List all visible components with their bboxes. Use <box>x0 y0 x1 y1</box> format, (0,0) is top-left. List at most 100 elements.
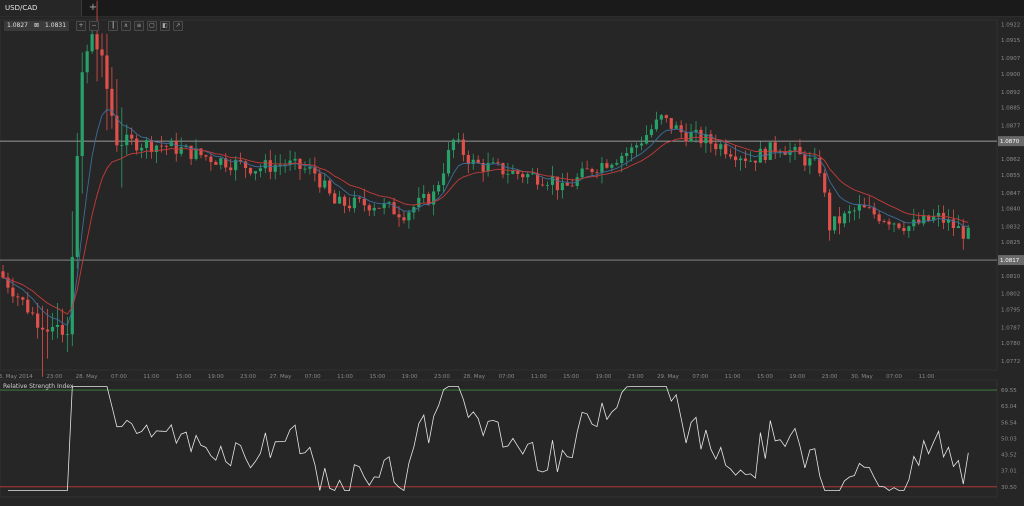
candle-body <box>209 156 213 162</box>
candle-body <box>585 168 589 170</box>
x-tick-label: 23:00 <box>240 374 256 380</box>
x-tick-label: 11:00 <box>337 374 353 380</box>
candle-body <box>214 161 218 165</box>
candle-body <box>422 193 426 198</box>
zoom-out-icon[interactable]: − <box>89 21 99 31</box>
candle-body <box>130 134 134 139</box>
rsi-y-tick-label: 30.50 <box>1001 485 1017 491</box>
candle-body <box>595 172 599 173</box>
candle-body <box>531 173 535 175</box>
candle-body <box>897 223 901 228</box>
candle-body <box>397 214 401 218</box>
candle-body <box>70 256 74 335</box>
candle-body <box>961 226 965 239</box>
candle-body <box>620 155 624 163</box>
chart-toolbar: + − ┃ ∧ ≡ ▢ ◧ ↗ <box>76 21 183 31</box>
list-icon[interactable]: ≡ <box>134 21 144 31</box>
indicator-icon[interactable]: ∧ <box>121 21 131 31</box>
candle-body <box>328 180 332 194</box>
x-tick-label: 29. May <box>657 374 680 380</box>
candle-body <box>466 154 470 164</box>
y-tick-label: 1.0787 <box>1001 325 1021 331</box>
candle-body <box>11 287 15 297</box>
bid-ask-box: 1.0827 ⊠ 1.0831 <box>4 21 70 31</box>
rsi-y-tick-label: 69.55 <box>1001 388 1017 394</box>
candle-body <box>45 329 50 332</box>
x-tick-label: 19:00 <box>595 374 611 380</box>
template-icon[interactable]: ◧ <box>160 21 170 31</box>
candle-body <box>847 211 852 214</box>
candle-body <box>293 158 297 161</box>
candle-body <box>347 205 352 209</box>
candle-body <box>140 147 144 151</box>
candle-body <box>36 313 40 328</box>
candle-body <box>149 140 154 153</box>
y-tick-label: 1.0825 <box>1001 240 1021 246</box>
x-tick-label: 11:00 <box>918 374 934 380</box>
candle-body <box>679 125 683 133</box>
candle-body <box>90 34 94 52</box>
candle-body <box>80 72 84 157</box>
candlestick-icon[interactable]: ┃ <box>108 21 118 31</box>
candle-body <box>451 139 456 151</box>
x-tick-label: 15:00 <box>369 374 385 380</box>
x-tick-label: 15:00 <box>563 374 579 380</box>
y-tick-label: 1.0847 <box>1001 191 1021 197</box>
candle-body <box>748 160 753 162</box>
ask-price: 1.0831 <box>45 22 67 29</box>
candle-body <box>506 173 510 175</box>
candle-body <box>164 145 168 147</box>
candle-body <box>664 115 668 119</box>
zoom-in-icon[interactable]: + <box>76 21 86 31</box>
candle-body <box>16 296 20 298</box>
candle-body <box>808 158 812 166</box>
candle-body <box>55 324 60 327</box>
candle-body <box>625 152 629 156</box>
candle-body <box>842 213 847 224</box>
candle-body <box>446 150 451 174</box>
crosshair-icon[interactable]: ↗ <box>173 21 183 31</box>
candle-body <box>867 207 871 209</box>
x-tick-label: 30. May <box>851 374 874 380</box>
candle-body <box>545 184 550 186</box>
candle-body <box>253 171 258 174</box>
candle-body <box>125 134 129 146</box>
y-tick-label: 1.0802 <box>1001 292 1020 298</box>
y-tick-label: 1.0862 <box>1001 157 1020 163</box>
y-tick-label: 1.0922 <box>1001 22 1020 28</box>
candle-body <box>887 221 891 225</box>
x-tick-label: 07:00 <box>886 374 902 380</box>
candle-body <box>555 176 559 191</box>
candle-body <box>590 168 594 173</box>
x-tick-label: 28. May <box>76 374 99 380</box>
candle-body <box>565 182 569 186</box>
price-level-lower-label: 1.0817 <box>1000 258 1020 264</box>
candle-body <box>803 154 807 166</box>
x-tick-label: 27. May <box>269 374 292 380</box>
candle-body <box>684 132 688 142</box>
candle-body <box>496 162 500 164</box>
candle-body <box>437 185 441 192</box>
candle-body <box>580 168 584 178</box>
candle-body <box>31 312 35 314</box>
x-tick-label: 11:00 <box>143 374 159 380</box>
candle-body <box>248 168 253 174</box>
rsi-title: Relative Strength Index <box>3 383 74 390</box>
x-tick-label: 23. May 2014 <box>0 374 33 380</box>
candle-body <box>719 144 723 150</box>
x-tick-label: 07:00 <box>111 374 127 380</box>
candle-body <box>689 132 693 142</box>
candle-body <box>724 144 728 155</box>
price-chart-svg[interactable]: 1.0922 1.0915 1.0907 1.0900 1.0892 1.0885 1.08… <box>0 0 1024 506</box>
candle-body <box>892 223 896 225</box>
candle-body <box>144 140 149 148</box>
candle-body <box>734 156 738 161</box>
x-tick-label: 23:00 <box>434 374 450 380</box>
candle-body <box>813 157 817 159</box>
candle-body <box>501 163 505 175</box>
candle-body <box>674 125 678 129</box>
x-tick-label: 15:00 <box>176 374 192 380</box>
candle-body <box>907 226 911 231</box>
drawing-icon[interactable]: ▢ <box>147 21 157 31</box>
candle-body <box>85 51 89 73</box>
